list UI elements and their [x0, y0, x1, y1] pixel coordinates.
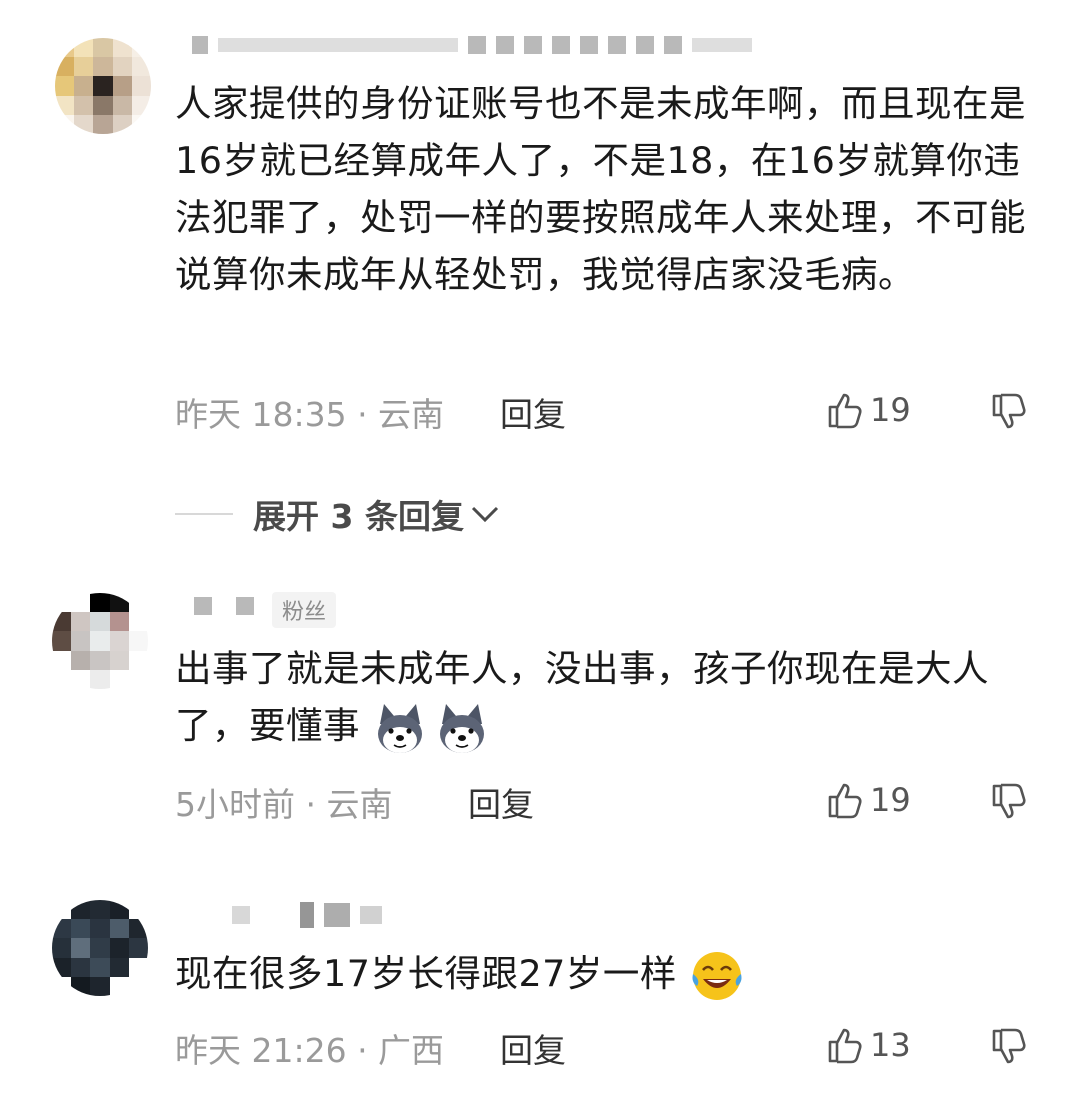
dislike-button[interactable] [990, 782, 1030, 826]
avatar[interactable] [52, 900, 148, 996]
thumb-up-icon [828, 783, 862, 819]
comment-text: 出事了就是未成年人，没出事，孩子你现在是大人了，要懂事 [175, 640, 1035, 756]
thumb-down-icon [992, 783, 1026, 819]
like-button[interactable]: 13 [826, 1025, 911, 1065]
thumb-down-icon [992, 1028, 1026, 1064]
like-count: 13 [870, 1026, 911, 1064]
fans-badge: 粉丝 [272, 592, 337, 628]
reply-button[interactable]: 回复 [468, 778, 534, 826]
dislike-button[interactable] [990, 392, 1030, 436]
comment-meta: 昨天 18:35 · 云南 [175, 395, 445, 434]
expand-replies-label: 展开 3 条回复 [253, 497, 464, 536]
comment-text-content: 出事了就是未成年人，没出事，孩子你现在是大人了，要懂事 [175, 647, 989, 747]
comment-text: 现在很多17岁长得跟27岁一样 [175, 945, 1035, 1004]
expand-replies-button[interactable]: 展开 3 条回复 [175, 490, 502, 538]
dislike-button[interactable] [990, 1027, 1030, 1071]
avatar[interactable] [52, 593, 148, 689]
like-button[interactable]: 19 [826, 390, 911, 430]
avatar[interactable] [55, 38, 151, 134]
chevron-down-icon [471, 506, 499, 523]
username[interactable] [232, 902, 382, 928]
reply-button[interactable]: 回复 [500, 388, 566, 436]
like-button[interactable]: 19 [826, 780, 911, 820]
comment-meta: 昨天 21:26 · 广西 [175, 1031, 445, 1070]
comment-meta: 5小时前 · 云南 [175, 785, 393, 824]
doge-emoji [440, 703, 485, 753]
comment-text-content: 现在很多17岁长得跟27岁一样 [175, 952, 677, 995]
comment-text: 人家提供的身份证账号也不是未成年啊，而且现在是16岁就已经算成年人了，不是18，… [175, 82, 1026, 296]
doge-emoji [378, 703, 423, 753]
thumb-up-icon [828, 1028, 862, 1064]
laugh-cry-emoji [692, 951, 742, 1000]
username[interactable] [192, 36, 752, 54]
thumb-up-icon [828, 393, 862, 429]
thumb-down-icon [992, 393, 1026, 429]
like-count: 19 [870, 781, 911, 819]
username[interactable] [194, 597, 254, 615]
reply-button[interactable]: 回复 [500, 1024, 566, 1072]
divider-line [175, 513, 233, 515]
like-count: 19 [870, 391, 911, 429]
